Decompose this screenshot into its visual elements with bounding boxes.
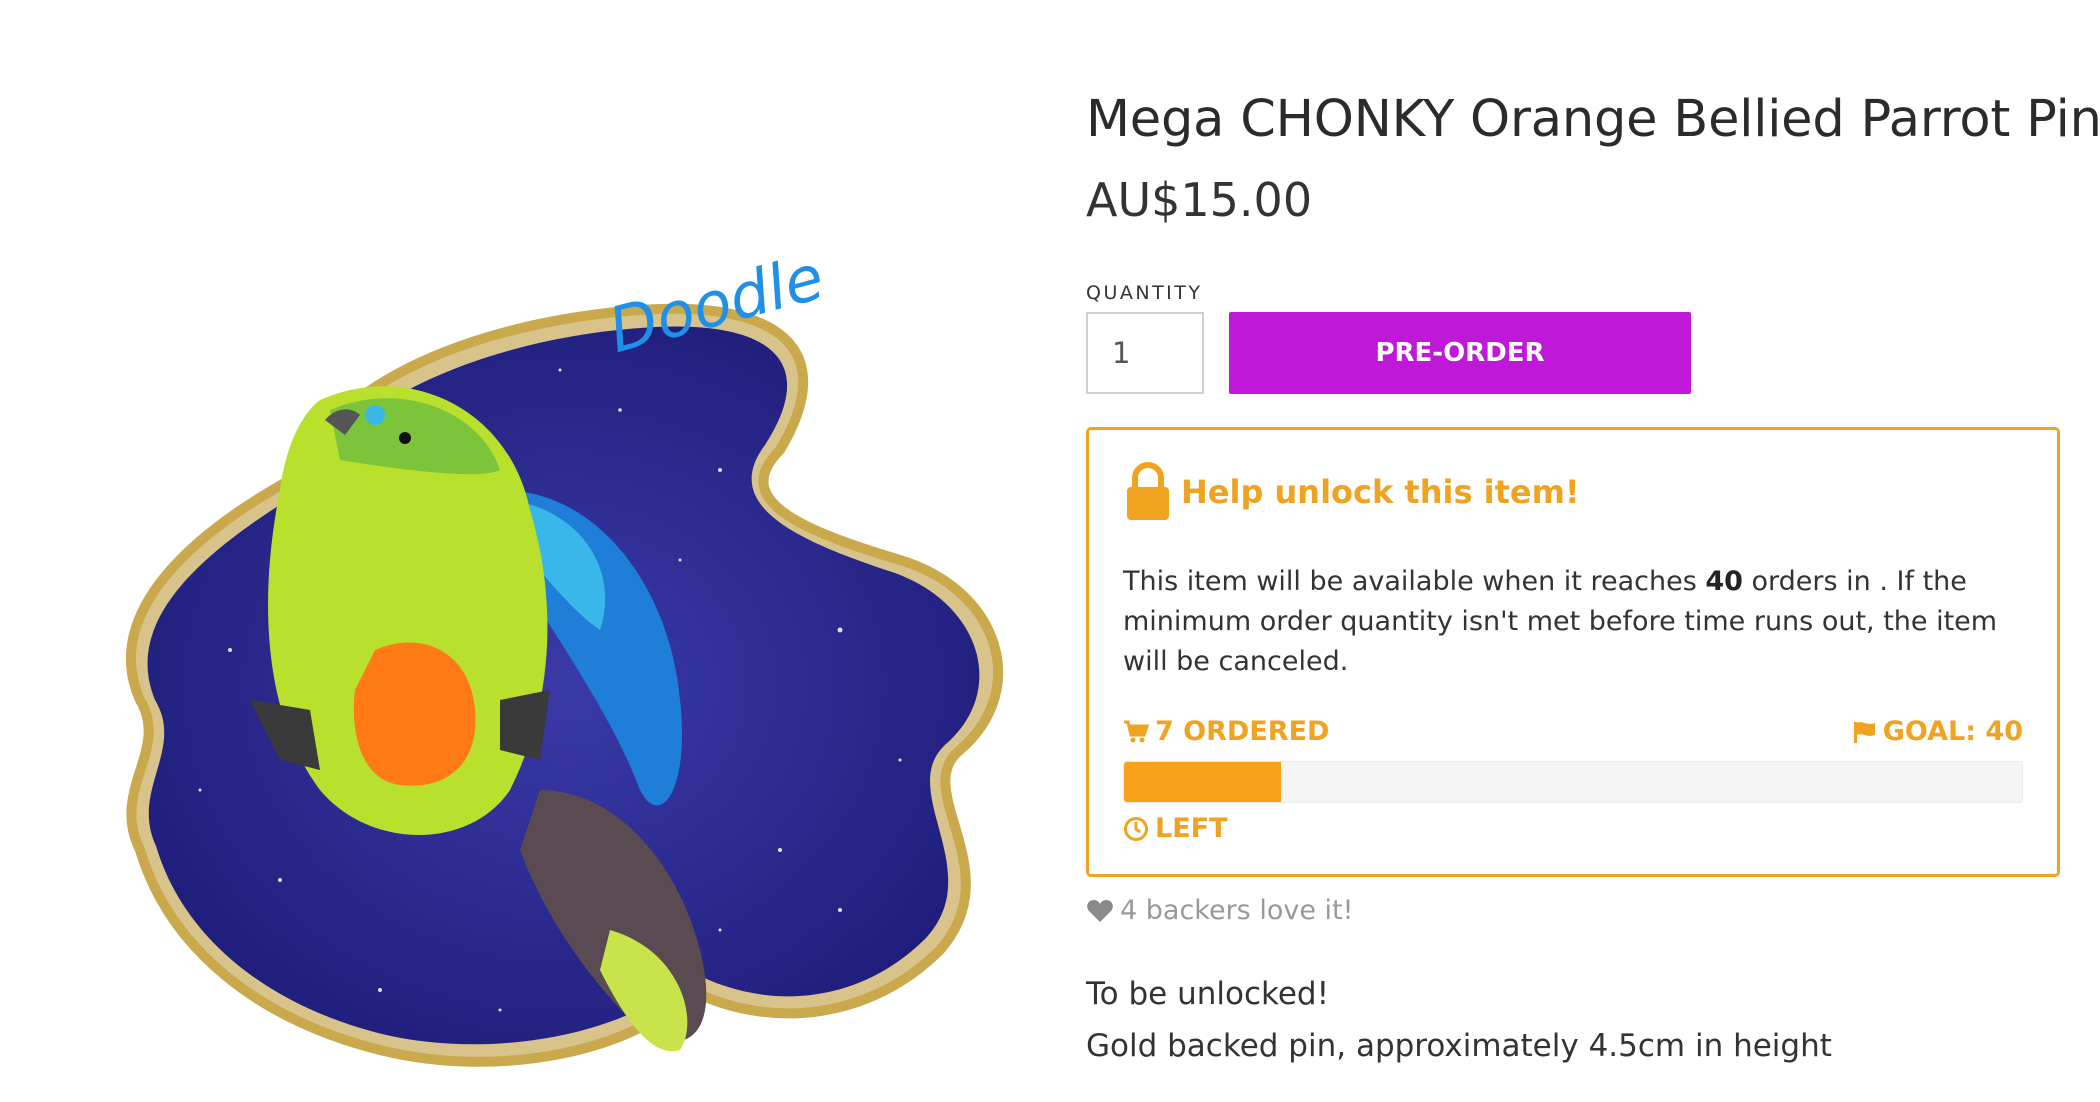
quantity-input[interactable] — [1086, 312, 1204, 394]
unlock-description: This item will be available when it reac… — [1123, 562, 2023, 682]
product-info: Mega CHONKY Orange Bellied Parrot Pin AU… — [1086, 88, 2100, 1064]
product-price: AU$15.00 — [1086, 173, 1313, 227]
backers-row: 4 backers love it! — [1086, 895, 2066, 926]
goal-count: GOAL: 40 — [1853, 716, 2023, 747]
unlock-stats: 7 ORDERED GOAL: 40 — [1123, 716, 2023, 747]
left-label: LEFT — [1155, 813, 1228, 844]
ordered-label: 7 ORDERED — [1155, 716, 1330, 747]
time-left: LEFT — [1123, 813, 2023, 844]
product-image: Doodle — [125, 240, 1004, 1067]
preorder-button[interactable]: PRE-ORDER — [1229, 312, 1691, 394]
product-title: Mega CHONKY Orange Bellied Parrot Pin — [1086, 90, 2100, 149]
unlock-panel: Help unlock this item! This item will be… — [1086, 427, 2060, 877]
cart-icon — [1124, 720, 1149, 742]
progress-bar — [1123, 761, 2023, 803]
unlock-text-before: This item will be available when it reac… — [1123, 566, 1706, 597]
lock-icon — [1127, 462, 1169, 520]
description-line-1: To be unlocked! — [1086, 976, 1330, 1012]
backers-text: 4 backers love it! — [1120, 895, 1354, 926]
flag-icon — [1853, 721, 1875, 743]
unlock-title: Help unlock this item! — [1181, 473, 1580, 511]
ordered-count: 7 ORDERED — [1123, 716, 1329, 747]
goal-label: GOAL: 40 — [1882, 716, 2023, 747]
purchase-row: PRE-ORDER — [1086, 312, 2066, 394]
heart-icon — [1087, 899, 1113, 922]
quantity-label: QUANTITY — [1086, 282, 1203, 304]
unlock-goal-number: 40 — [1705, 566, 1743, 597]
clock-icon — [1124, 816, 1148, 841]
progress-fill — [1124, 762, 1282, 802]
description-line-2: Gold backed pin, approximately 4.5cm in … — [1086, 1028, 1832, 1064]
unlock-header: Help unlock this item! — [1123, 462, 2023, 522]
